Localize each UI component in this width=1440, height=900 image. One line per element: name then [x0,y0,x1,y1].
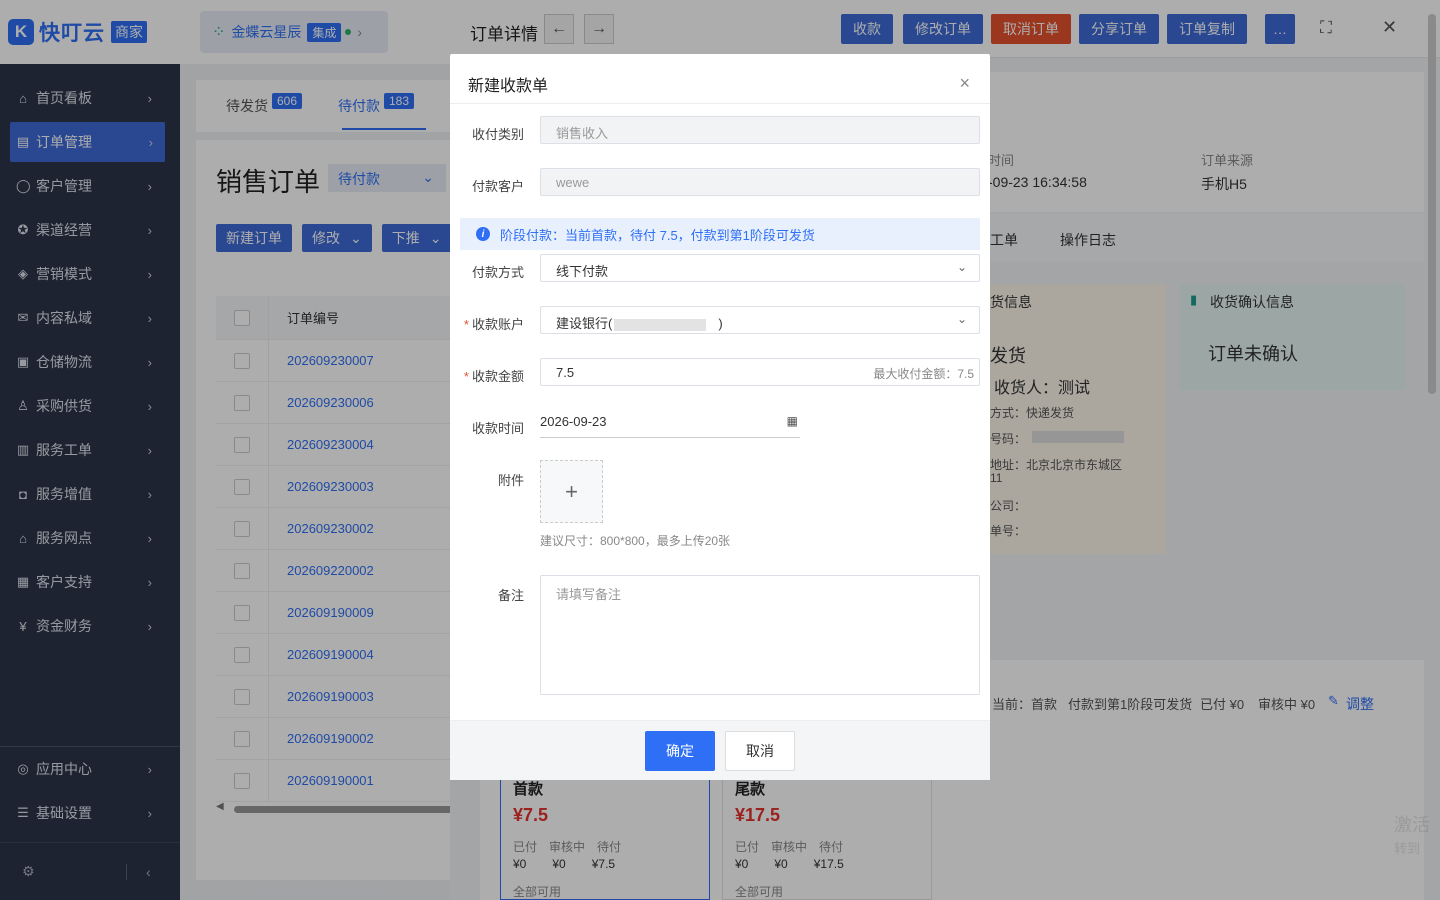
required-mark: * [463,317,469,332]
calendar-icon: ▦ [786,414,798,428]
category-label: 收付类别 [471,127,524,142]
receiving-account-select[interactable]: 建设银行() ⌄ [540,306,980,334]
info-icon: i [476,227,490,241]
note-placeholder: 请填写备注 [556,587,622,602]
attachment-hint: 建议尺寸：800*800，最多上传20张 [540,534,731,548]
alert-text: 阶段付款：当前首款，待付 7.5，付款到第1阶段可发货 [500,227,815,243]
modal-footer: 确定 取消 [450,720,990,780]
amount-label: * 收款金额 [450,366,524,385]
activation-watermark: 激活 转到 [1394,813,1430,861]
button-label: 确定 [666,743,694,759]
confirm-button[interactable]: 确定 [645,731,715,771]
vertical-scrollbar[interactable] [1428,14,1436,394]
button-label: 取消 [746,743,774,759]
note-label: 备注 [497,588,524,603]
cancel-button[interactable]: 取消 [725,731,795,771]
amount-max-hint: 最大收付金额：7.5 [873,367,974,381]
mask-overlay [180,64,450,900]
amount-input[interactable]: 7.5 最大收付金额：7.5 [540,358,980,386]
modal-title: 新建收款单 [468,78,549,95]
customer-value: wewe [556,175,590,190]
amount-label-text: 收款金额 [471,369,524,384]
close-icon[interactable]: × [959,74,970,92]
attachment-label: 附件 [497,473,524,488]
account-label: * 收款账户 [450,314,524,333]
account-suffix: ) [718,316,723,331]
masked-account [614,318,707,331]
customer-label: 付款客户 [471,179,524,194]
date-value: 2026-09-23 [540,414,607,429]
receipt-date-picker[interactable]: 2026-09-23 ▦ [540,414,800,438]
chevron-down-icon: ⌄ [956,312,967,326]
category-field: 销售收入 [540,116,980,144]
amount-value: 7.5 [556,365,575,380]
customer-field: wewe [540,168,980,196]
account-prefix: 建设银行( [556,316,613,331]
required-mark: * [463,369,469,384]
stage-payment-alert: i 阶段付款：当前首款，待付 7.5，付款到第1阶段可发货 [460,218,980,250]
time-label: 收款时间 [471,421,524,436]
new-receipt-modal: 新建收款单 × 收付类别 销售收入 付款客户 wewe i 阶段付款：当前首款，待… [450,54,990,780]
payment-method-select[interactable]: 线下付款 ⌄ [540,254,980,282]
category-value: 销售收入 [556,126,609,141]
watermark-line: 激活 [1394,815,1430,835]
method-label: 付款方式 [471,265,524,280]
watermark-line: 转到 [1394,841,1421,856]
mask-overlay [0,0,180,900]
plus-icon: + [565,478,578,504]
note-textarea[interactable]: 请填写备注 [540,575,980,695]
chevron-down-icon: ⌄ [956,260,967,274]
upload-attachment-button[interactable]: + [540,460,603,523]
method-value: 线下付款 [556,264,609,279]
account-label-text: 收款账户 [471,317,524,332]
modal-header: 新建收款单 × [450,54,990,104]
mask-overlay [180,0,450,64]
